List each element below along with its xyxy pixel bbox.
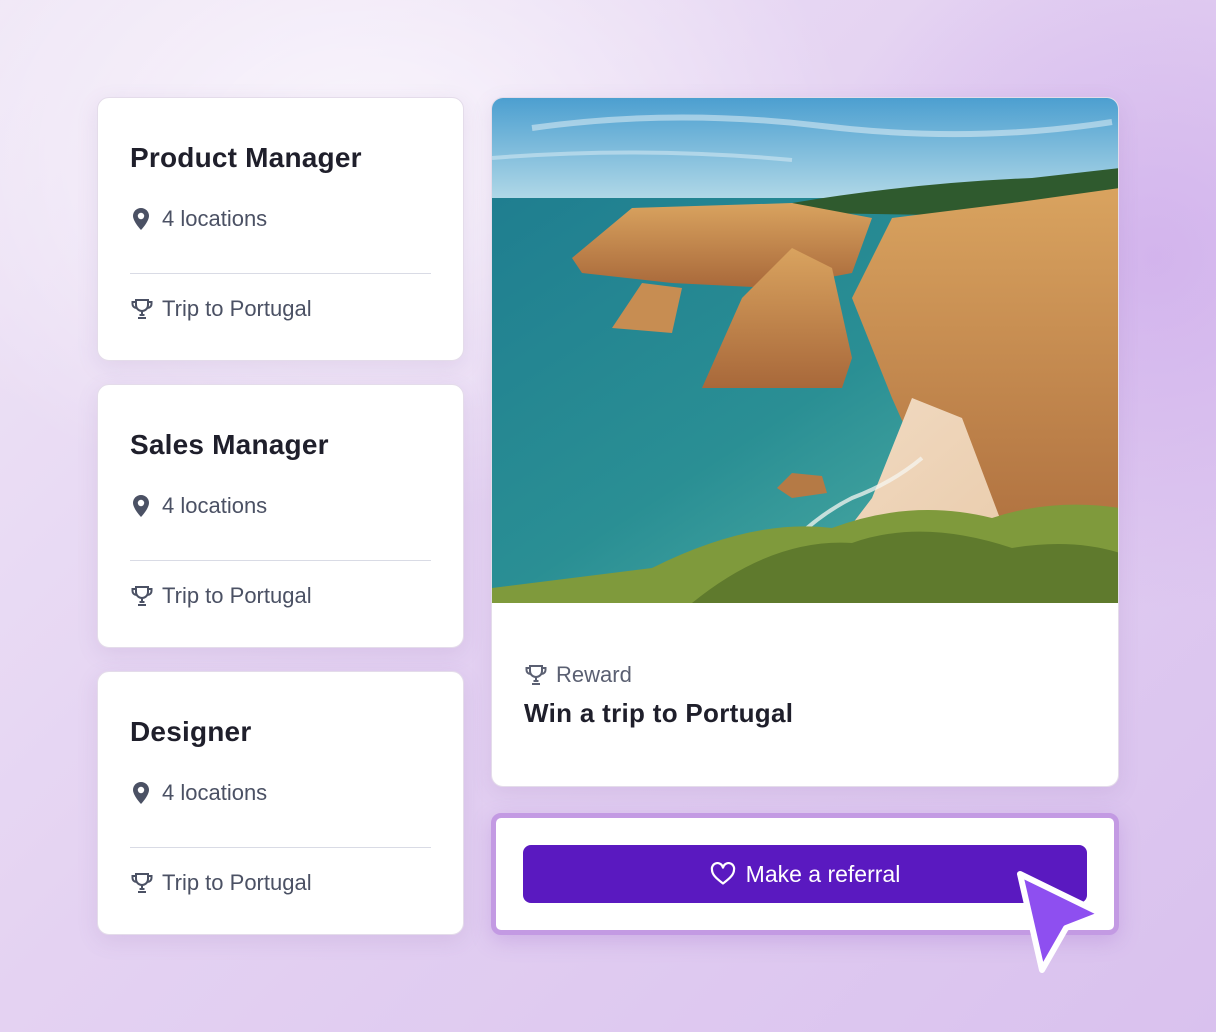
job-reward-text: Trip to Portugal [162,583,312,608]
trophy-icon [524,662,548,688]
job-card-product-manager[interactable]: Product Manager 4 locations Trip to Port… [97,97,464,361]
trophy-icon [130,296,154,322]
divider [130,847,431,848]
job-reward-text: Trip to Portugal [162,870,312,895]
map-pin-icon [130,780,152,806]
trophy-icon [130,870,154,896]
reward-label: Reward [524,662,632,688]
heart-icon [710,862,736,886]
reward-label-text: Reward [556,662,632,687]
job-title: Product Manager [130,142,362,173]
job-reward-text: Trip to Portugal [162,296,312,321]
job-card-designer[interactable]: Designer 4 locations Trip to Portugal [97,671,464,935]
job-locations: 4 locations [130,780,267,806]
job-reward: Trip to Portugal [130,870,312,896]
job-locations: 4 locations [130,206,267,232]
job-reward: Trip to Portugal [130,583,312,609]
cursor-pointer-icon [1017,871,1105,973]
reward-card: Reward Win a trip to Portugal [491,97,1119,787]
job-locations-text: 4 locations [162,493,268,518]
divider [130,273,431,274]
map-pin-icon [130,206,152,232]
job-locations: 4 locations [130,493,267,519]
job-title: Designer [130,716,252,747]
job-reward: Trip to Portugal [130,296,312,322]
make-referral-button[interactable]: Make a referral [523,845,1087,903]
make-referral-label: Make a referral [745,860,901,887]
job-locations-text: 4 locations [162,780,268,805]
job-locations-text: 4 locations [162,206,268,231]
trophy-icon [130,583,154,609]
job-card-sales-manager[interactable]: Sales Manager 4 locations Trip to Portug… [97,384,464,648]
reward-title: Win a trip to Portugal [524,698,794,728]
portugal-coastline-photo [492,98,1118,603]
job-title: Sales Manager [130,429,329,460]
divider [130,560,431,561]
map-pin-icon [130,493,152,519]
